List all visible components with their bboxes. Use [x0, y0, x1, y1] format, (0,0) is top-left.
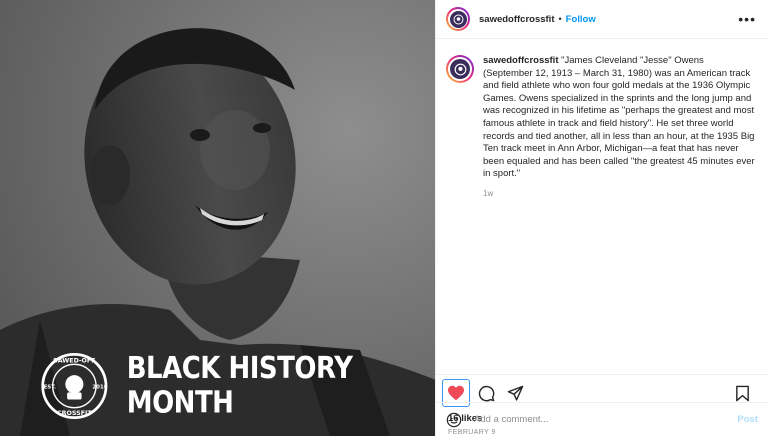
- emoji-icon[interactable]: [446, 412, 462, 428]
- caption-text-block: sawedoffcrossfit "James Cleveland "Jesse…: [483, 55, 756, 181]
- caption-time[interactable]: 1w: [483, 189, 756, 198]
- follow-button[interactable]: Follow: [566, 14, 596, 25]
- post-dialog: SAWED-OFF CROSSFIT EST. 2016 BLACK HISTO…: [0, 0, 768, 436]
- profile-avatar[interactable]: [446, 7, 470, 31]
- caption-comment: sawedoffcrossfit "James Cleveland "Jesse…: [446, 55, 756, 181]
- caption-text: "James Cleveland "Jesse" Owens (Septembe…: [483, 55, 755, 180]
- caption-avatar[interactable]: [446, 55, 474, 83]
- post-image[interactable]: SAWED-OFF CROSSFIT EST. 2016 BLACK HISTO…: [0, 0, 435, 436]
- more-options-icon[interactable]: •••: [738, 11, 756, 27]
- logo-icon: [453, 14, 463, 24]
- svg-text:EST.: EST.: [44, 385, 57, 391]
- image-text-overlay: SAWED-OFF CROSSFIT EST. 2016 BLACK HISTO…: [40, 348, 435, 424]
- svg-text:SAWED-OFF: SAWED-OFF: [53, 357, 95, 364]
- black-history-month-text: BLACK HISTORY MONTH: [126, 351, 353, 421]
- caption-username[interactable]: sawedoffcrossfit: [483, 55, 559, 66]
- separator-dot: •: [558, 14, 562, 24]
- add-comment-bar: Post: [436, 402, 768, 436]
- post-header: sawedoffcrossfit • Follow •••: [436, 0, 768, 39]
- comment-icon: [478, 385, 494, 401]
- comments-section: sawedoffcrossfit "James Cleveland "Jesse…: [436, 39, 768, 374]
- comment-input[interactable]: [472, 413, 738, 426]
- bookmark-icon: [735, 385, 749, 401]
- svg-text:2016: 2016: [92, 385, 107, 391]
- logo-icon: [454, 63, 466, 75]
- share-icon: [507, 385, 523, 401]
- post-comment-button[interactable]: Post: [737, 414, 758, 425]
- heart-filled-icon: [448, 385, 464, 401]
- header-username[interactable]: sawedoffcrossfit: [479, 14, 555, 25]
- sawed-off-crossfit-logo: SAWED-OFF CROSSFIT EST. 2016: [41, 353, 108, 419]
- post-sidebar: sawedoffcrossfit • Follow ••• sawedoffcr…: [435, 0, 768, 436]
- svg-text:CROSSFIT: CROSSFIT: [57, 410, 92, 417]
